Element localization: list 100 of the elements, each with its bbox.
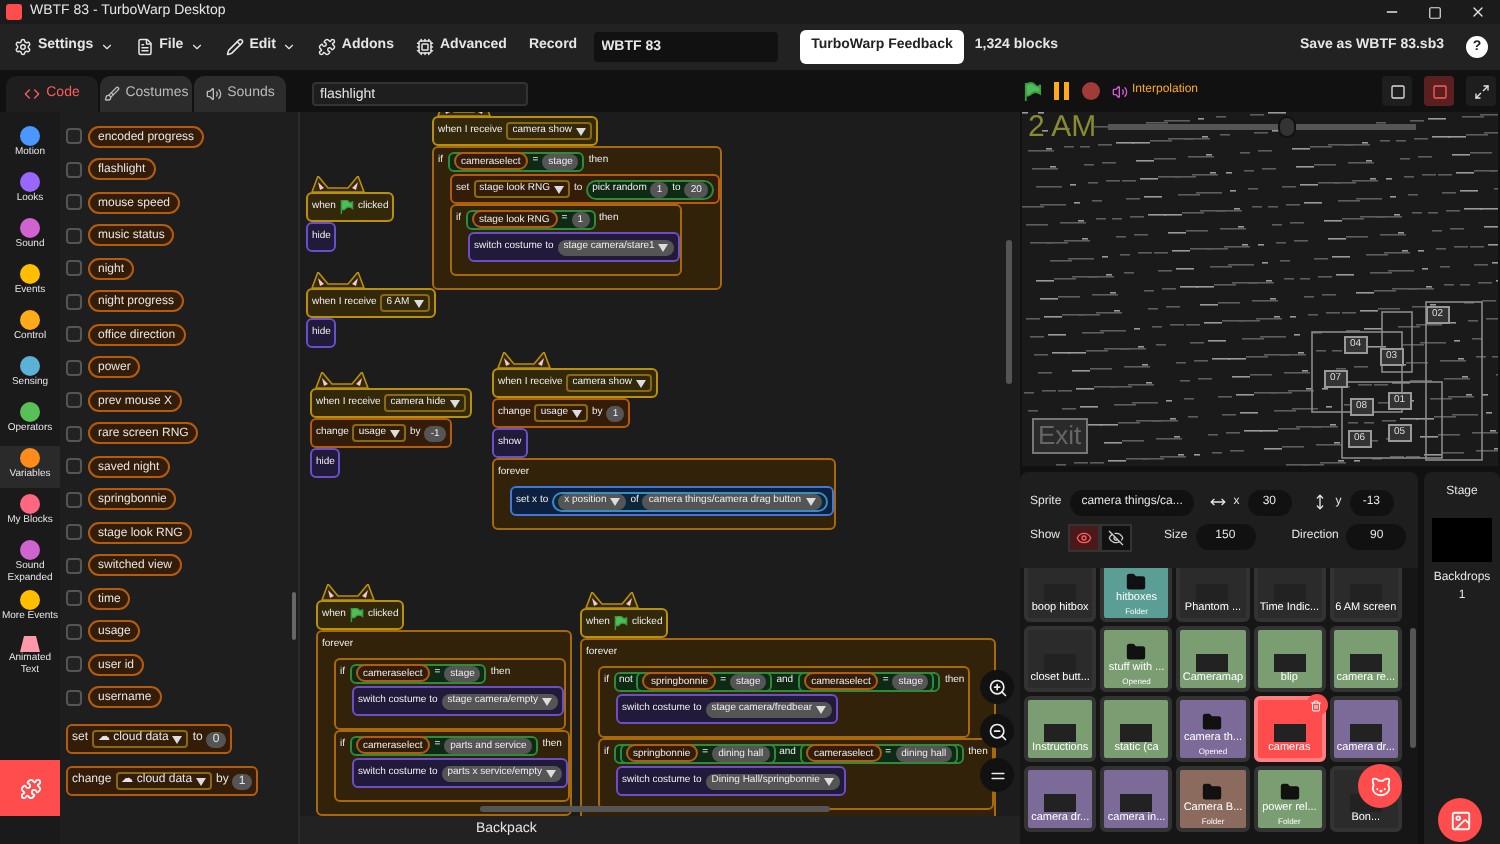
checkbox[interactable]: [66, 293, 82, 310]
caret-icon: [816, 705, 827, 713]
pause-icon[interactable]: [1054, 82, 1070, 100]
checkbox[interactable]: [66, 689, 82, 706]
checkbox[interactable]: [66, 524, 82, 541]
image-icon: [1449, 809, 1471, 831]
reset-zoom-button[interactable]: [980, 758, 1014, 792]
checkbox[interactable]: [66, 623, 82, 640]
caret-icon: [390, 429, 401, 437]
zoom-out-button[interactable]: [980, 714, 1014, 748]
caret-icon: [542, 697, 553, 705]
flag-icon[interactable]: [1024, 81, 1042, 101]
menu-item-icon: [415, 38, 434, 56]
tab-icon: [205, 86, 222, 102]
tab-icon: [24, 86, 41, 102]
slider-thumb[interactable]: [1278, 116, 1297, 138]
caret-icon: [805, 497, 816, 505]
checkbox[interactable]: [66, 326, 82, 343]
folder-icon: [1126, 642, 1147, 662]
cat-ears-icon: [310, 272, 366, 288]
caret-icon: [99, 40, 114, 54]
fullscreen-icon: [1473, 83, 1489, 99]
code-workspace[interactable]: [300, 112, 1020, 816]
time-display: 2 AM: [1028, 112, 1097, 144]
sprite-thumbnail: [1120, 794, 1153, 812]
checkbox[interactable]: [66, 557, 82, 574]
sprite-thumbnail: [1120, 724, 1153, 742]
cat-ears-icon: [320, 584, 376, 600]
folder-icon: [1126, 572, 1147, 592]
add-extension-button[interactable]: [0, 760, 60, 816]
cat-icon: [1369, 775, 1391, 797]
checkbox[interactable]: [66, 392, 82, 409]
code-block[interactable]: [580, 638, 996, 816]
caret-icon: [189, 40, 204, 54]
scrollbar[interactable]: [292, 592, 296, 640]
caret-icon: [658, 243, 669, 251]
checkbox[interactable]: [66, 491, 82, 508]
extension-icon: [19, 777, 41, 799]
checkbox[interactable]: [66, 260, 82, 277]
stage-thumbnail[interactable]: [1432, 518, 1492, 562]
menu-item-icon: [225, 38, 244, 56]
sprite-thumbnail: [1044, 794, 1077, 812]
menu-item-icon: [14, 38, 32, 56]
cat-ears-icon: [584, 592, 640, 608]
caret-icon: [823, 777, 834, 785]
checkbox[interactable]: [66, 227, 82, 244]
cat-ears-icon: [310, 176, 366, 192]
cat-ears-icon: [496, 352, 552, 368]
scrollbar[interactable]: [480, 806, 830, 812]
tab-icon: [103, 86, 120, 102]
checkbox[interactable]: [66, 128, 82, 145]
layout-icon: [1389, 83, 1405, 99]
folder-icon: [1279, 782, 1300, 802]
speaker-icon: [1112, 83, 1128, 99]
show-sprite-button[interactable]: [1068, 523, 1101, 551]
hide-sprite-button[interactable]: [1100, 523, 1133, 551]
caret-icon: [281, 40, 296, 54]
folder-icon: [1202, 782, 1223, 802]
add-backdrop-button[interactable]: [1438, 798, 1482, 842]
layout-icon: [1431, 83, 1447, 99]
fullscreen-button[interactable]: [1466, 76, 1496, 106]
eye-icon: [1076, 529, 1093, 545]
x-position-icon: [1209, 494, 1226, 510]
eye-off-icon: [1108, 529, 1125, 545]
sprite-thumbnail: [1044, 724, 1077, 742]
zoom-out-icon: [987, 721, 1007, 741]
sprite-thumbnail: [1349, 654, 1382, 672]
caret-icon: [553, 185, 564, 193]
app-logo-icon: [6, 4, 22, 20]
delete-sprite-button[interactable]: [1305, 694, 1328, 716]
caret-icon: [172, 735, 183, 743]
zoom-in-button[interactable]: [980, 670, 1014, 704]
caret-icon: [449, 399, 460, 407]
caret-icon: [572, 409, 583, 417]
checkbox[interactable]: [66, 458, 82, 475]
close-icon[interactable]: [1470, 4, 1486, 20]
flag-icon: [613, 616, 628, 630]
checkbox[interactable]: [66, 590, 82, 607]
caret-icon: [413, 299, 424, 307]
menu-item-icon: [317, 38, 336, 56]
sprite-thumbnail: [1349, 724, 1382, 742]
folder-icon: [1202, 712, 1223, 732]
scrollbar[interactable]: [1410, 628, 1416, 748]
large-stage-button[interactable]: [1424, 76, 1454, 106]
checkbox[interactable]: [66, 359, 82, 376]
flag-icon: [349, 608, 364, 622]
sprite-thumbnail: [1273, 654, 1306, 672]
flag-icon: [339, 200, 354, 214]
checkbox[interactable]: [66, 425, 82, 442]
checkbox[interactable]: [66, 656, 82, 673]
maximize-icon[interactable]: [1428, 5, 1442, 19]
y-position-icon: [1311, 494, 1328, 510]
caret-icon: [610, 497, 621, 505]
stop-icon[interactable]: [1082, 82, 1100, 100]
checkbox[interactable]: [66, 194, 82, 211]
scrollbar[interactable]: [1006, 240, 1012, 384]
small-stage-button[interactable]: [1382, 76, 1412, 106]
caret-icon: [546, 769, 556, 777]
checkbox[interactable]: [66, 161, 82, 178]
caret-icon: [635, 379, 646, 387]
